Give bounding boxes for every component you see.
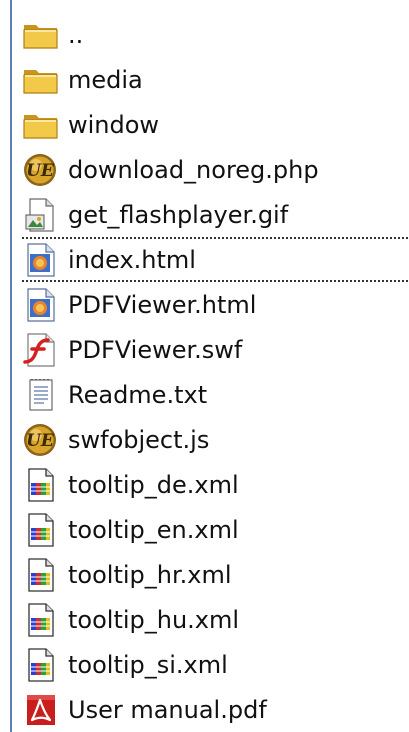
file-list-item[interactable]: tooltip_hr.xml [22,552,406,597]
flash-icon [22,332,66,368]
file-list-item[interactable]: get_flashplayer.gif [22,192,406,237]
file-name-label: tooltip_si.xml [68,650,228,679]
folder-icon [22,62,66,98]
file-name-label: Readme.txt [68,380,208,409]
xml-file-icon [22,602,66,638]
file-list-item[interactable]: UE download_noreg.php [22,147,406,192]
file-name-label: tooltip_hu.xml [68,605,240,634]
panel-left-border [10,0,12,732]
html-file-icon [22,287,66,323]
file-name-label: download_noreg.php [68,155,319,184]
file-list-item[interactable]: window [22,102,406,147]
html-file-icon [22,242,66,278]
xml-file-icon [22,467,66,503]
file-list-item[interactable]: tooltip_en.xml [22,507,406,552]
file-name-label: User manual.pdf [68,695,267,724]
ultraedit-icon: UE [22,152,66,188]
file-list-item[interactable]: tooltip_de.xml [22,462,406,507]
file-name-label: swfobject.js [68,425,210,454]
svg-text:UE: UE [26,431,55,451]
svg-text:UE: UE [26,161,55,181]
image-file-icon [22,197,66,233]
file-list-item[interactable]: index.html [22,237,409,282]
file-list-item[interactable]: PDFViewer.html [22,282,406,327]
pdf-icon [22,692,66,728]
file-name-label: get_flashplayer.gif [68,200,289,229]
file-name-label: window [68,110,160,139]
file-browser-panel: .. media window UE download_noreg.php ge… [0,0,409,732]
text-file-icon [22,377,66,413]
file-name-label: tooltip_de.xml [68,470,239,499]
xml-file-icon [22,557,66,593]
folder-icon [22,17,66,53]
file-name-label: PDFViewer.html [68,290,257,319]
file-list-item[interactable]: PDFViewer.swf [22,327,406,372]
file-list-item[interactable]: media [22,57,406,102]
file-name-label: media [68,65,143,94]
file-list-item[interactable]: tooltip_hu.xml [22,597,406,642]
file-name-label: PDFViewer.swf [68,335,243,364]
file-list-item[interactable]: tooltip_si.xml [22,642,406,687]
file-name-label: .. [68,20,84,49]
xml-file-icon [22,512,66,548]
file-list-item[interactable]: .. [22,12,406,57]
folder-icon [22,107,66,143]
file-name-label: index.html [68,245,196,274]
file-name-label: tooltip_en.xml [68,515,239,544]
file-list-item[interactable]: Readme.txt [22,372,406,417]
file-name-label: tooltip_hr.xml [68,560,232,589]
xml-file-icon [22,647,66,683]
ultraedit-icon: UE [22,422,66,458]
file-list-item[interactable]: User manual.pdf [22,687,406,732]
file-list: .. media window UE download_noreg.php ge… [22,12,409,732]
file-list-item[interactable]: UE swfobject.js [22,417,406,462]
